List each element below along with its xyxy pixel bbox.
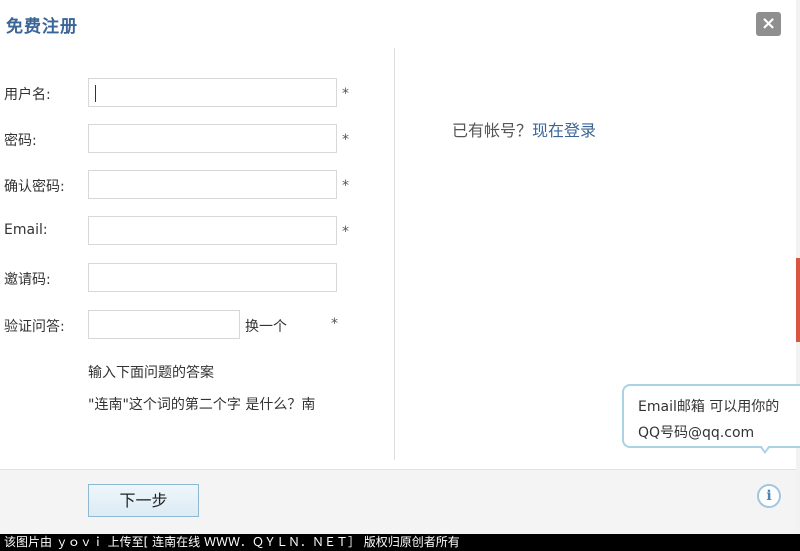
text-caret [95, 85, 96, 102]
invite-code-label: 邀请码: [4, 272, 51, 288]
register-dialog: 免费注册 × 用户名: * 密码: * 确认密码: * Email: * 邀请码… [0, 0, 796, 534]
captcha-label: 验证问答: [4, 319, 65, 335]
swap-question-link[interactable]: 换一个 [245, 316, 287, 336]
already-have-account-text: 已有帐号？ [452, 121, 533, 140]
email-label: Email: [4, 222, 48, 238]
next-step-button[interactable]: 下一步 [88, 484, 199, 517]
tooltip-line-2: QQ号码@qq.com [638, 425, 755, 441]
close-icon[interactable]: × [756, 12, 781, 36]
password-required-mark: * [342, 132, 349, 148]
invite-code-input[interactable] [88, 263, 337, 292]
captcha-hint: 输入下面问题的答案 [88, 365, 214, 381]
confirm-password-label: 确认密码: [4, 179, 65, 195]
confirm-password-input[interactable] [88, 170, 337, 199]
dialog-title: 免费注册 [6, 17, 78, 37]
password-label: 密码: [4, 133, 37, 149]
username-input[interactable] [88, 78, 337, 107]
email-input[interactable] [88, 216, 337, 245]
captcha-question: "连南"这个词的第二个字 是什么？南 [88, 397, 316, 413]
column-divider [394, 48, 395, 460]
captcha-input[interactable] [88, 310, 240, 339]
login-prompt: 已有帐号？现在登录 [452, 117, 596, 141]
info-icon[interactable]: i [757, 484, 781, 508]
image-watermark: 该图片由 ｙｏｖｉ 上传至[ 连南在线 ＷＷＷ．ＱＹＬＮ．ＮＥＴ］ 版权归原创者… [0, 534, 800, 551]
login-link[interactable]: 现在登录 [532, 121, 596, 140]
email-tooltip: Email邮箱 可以用你的 QQ号码@qq.com [622, 384, 800, 448]
password-input[interactable] [88, 124, 337, 153]
username-required-mark: * [342, 86, 349, 102]
email-required-mark: * [342, 224, 349, 240]
captcha-required-mark: * [331, 316, 338, 332]
confirm-password-required-mark: * [342, 178, 349, 194]
background-page-mark [796, 258, 800, 342]
tooltip-line-1: Email邮箱 可以用你的 [638, 399, 780, 415]
username-label: 用户名: [4, 87, 51, 103]
tooltip-arrow-inner [761, 445, 769, 451]
